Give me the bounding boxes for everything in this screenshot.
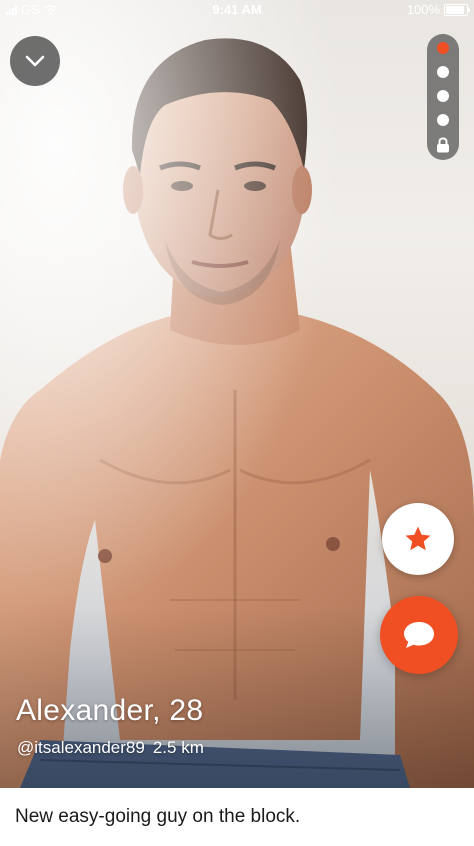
profile-meta: @itsalexander89 2.5 km [17, 738, 204, 758]
bio-section: New easy-going guy on the block. [0, 788, 474, 846]
status-time: 9:41 AM [212, 2, 262, 17]
collapse-button[interactable] [10, 36, 60, 86]
battery-percent: 100% [406, 2, 440, 17]
status-right: 100% [406, 2, 470, 17]
pager-dot-4[interactable] [437, 114, 449, 126]
chat-bubble-icon [404, 622, 434, 648]
profile-distance: 2.5 km [152, 738, 204, 757]
profile-name-age: Alexander, 28 [16, 694, 204, 727]
profile-screen: GS 9:41 AM 100% Alexander, 28 @itsalexan… [0, 0, 474, 846]
battery-icon [444, 3, 470, 16]
profile-bio: New easy-going guy on the block. [15, 806, 301, 827]
favorite-button[interactable] [382, 503, 454, 575]
lock-icon[interactable] [436, 137, 450, 153]
profile-handle[interactable]: @itsalexander89 [17, 738, 145, 757]
pager-dot-1[interactable] [437, 42, 449, 54]
photo-pager [427, 34, 459, 160]
pager-dot-3[interactable] [437, 90, 449, 102]
status-bar: GS 9:41 AM 100% [0, 0, 474, 18]
pager-dot-2[interactable] [437, 66, 449, 78]
chevron-down-icon [25, 55, 45, 67]
chat-button[interactable] [380, 596, 458, 674]
star-icon [405, 526, 431, 551]
